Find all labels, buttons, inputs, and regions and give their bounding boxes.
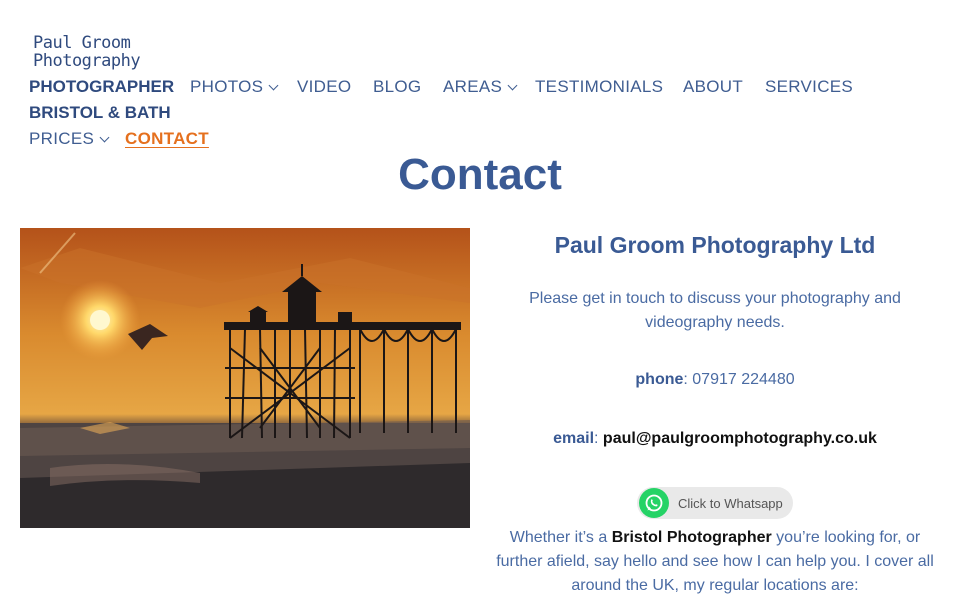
company-name: Paul Groom Photography Ltd xyxy=(554,232,876,258)
nav-item-video[interactable]: VIDEO xyxy=(297,77,351,97)
nav-item-areas[interactable]: AREAS xyxy=(443,77,518,97)
nav-testimonials-label: TESTIMONIALS xyxy=(535,77,664,96)
chevron-down-icon xyxy=(268,80,279,90)
nav-item-blog[interactable]: BLOG xyxy=(373,77,421,97)
locations-text-start: Whether it’s a xyxy=(509,529,612,546)
chevron-down-icon xyxy=(507,80,518,90)
nav-services-label: SERVICES xyxy=(765,77,854,96)
nav-item-prices[interactable]: PRICES xyxy=(29,129,110,149)
whatsapp-button[interactable]: Click to Whatsapp xyxy=(637,487,793,519)
nav-item-testimonials[interactable]: TESTIMONIALS xyxy=(535,77,663,97)
nav-prices-label: PRICES xyxy=(29,129,95,148)
nav-item-contact[interactable]: CONTACT xyxy=(125,129,209,149)
bristol-photographer-link[interactable]: Bristol Photographer xyxy=(612,529,772,546)
nav-about-label: ABOUT xyxy=(683,77,744,96)
nav-photos-label: PHOTOS xyxy=(190,77,264,96)
nav-areas-label: AREAS xyxy=(443,77,503,96)
nav-video-label: VIDEO xyxy=(297,77,352,96)
page-title: Contact xyxy=(398,150,562,199)
brand-tagline-line-1[interactable]: PHOTOGRAPHER xyxy=(29,77,174,97)
email-label: email xyxy=(553,430,595,447)
nav-item-photos[interactable]: PHOTOS xyxy=(190,77,279,97)
hero-photo-pier-sunset xyxy=(20,228,470,528)
chevron-down-icon xyxy=(99,132,110,142)
email-separator: : xyxy=(594,430,603,447)
nav-blog-label: BLOG xyxy=(373,77,422,96)
locations-intro-text: Whether it’s a Bristol Photographer you’… xyxy=(488,526,942,598)
email-row: email: paul@paulgroomphotography.co.uk xyxy=(490,430,940,448)
intro-text: Please get in touch to discuss your phot… xyxy=(529,290,901,331)
whatsapp-label: Click to Whatsapp xyxy=(678,495,783,511)
phone-number[interactable]: : 07917 224480 xyxy=(683,371,794,388)
nav-item-services[interactable]: SERVICES xyxy=(765,77,853,97)
whatsapp-icon xyxy=(639,488,669,518)
logo-line-1: Paul Groom xyxy=(33,33,131,53)
nav-contact-label: CONTACT xyxy=(125,129,209,148)
brand-tagline-line-2[interactable]: BRISTOL & BATH xyxy=(29,103,171,123)
nav-item-about[interactable]: ABOUT xyxy=(683,77,743,97)
phone-row: phone: 07917 224480 xyxy=(490,371,940,389)
email-link[interactable]: paul@paulgroomphotography.co.uk xyxy=(603,430,877,447)
phone-label: phone xyxy=(635,371,684,388)
logo-line-2: Photography xyxy=(33,51,141,71)
site-logo[interactable]: Paul Groom Photography xyxy=(33,34,163,70)
